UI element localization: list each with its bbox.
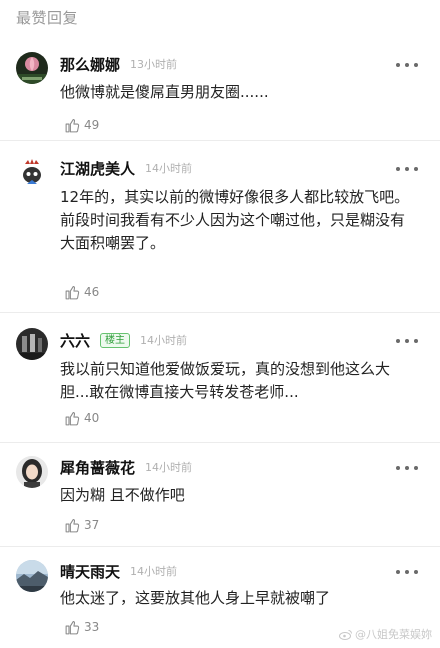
like-button[interactable]: 37 (64, 515, 99, 535)
comment-line: 我以前只知道他爱做饭爱玩，真的没想到他这么大胆...敢在微博直接大号转发苍老师.… (60, 360, 391, 401)
comment-line: 12年的，其实以前的微博好像很多人都比较放飞吧。 (60, 188, 410, 206)
more-options-icon[interactable] (396, 334, 418, 348)
thumbs-up-icon (65, 285, 80, 299)
comment-username[interactable]: 犀角蔷薇花 (60, 457, 135, 478)
comment-line: 他太迷了，这要放其他人身上早就被嘲了 (60, 589, 331, 607)
like-count: 40 (84, 411, 100, 425)
lotus-avatar-icon[interactable] (16, 52, 48, 84)
comment-timestamp: 14小时前 (145, 461, 193, 474)
like-count: 46 (84, 285, 100, 299)
like-button[interactable]: 46 (64, 282, 99, 302)
like-count: 49 (84, 118, 100, 132)
more-options-icon[interactable] (396, 565, 418, 579)
comment-item: 六六 楼主 14小时前 我以前只知道他爱做饭爱玩，真的没想到他这么大胆...敢在… (0, 313, 440, 443)
portrait-avatar-icon[interactable] (16, 456, 48, 488)
comment-item: 江湖虎美人 14小时前 12年的，其实以前的微博好像很多人都比较放飞吧。 前段时… (0, 141, 440, 313)
comment-text: 12年的，其实以前的微博好像很多人都比较放飞吧。 前段时间我看有不少人因为这个嘲… (60, 186, 416, 255)
more-options-icon[interactable] (396, 58, 418, 72)
comment-line: 因为糊 且不做作吧 (60, 486, 185, 504)
comment-timestamp: 14小时前 (145, 162, 193, 175)
comment-line: 前段时间我看有不少人因为这个嘲过他，只是糊没有大面积嘲罢了。 (60, 211, 406, 252)
like-count: 37 (84, 518, 100, 532)
comment-username[interactable]: 六六 (60, 330, 90, 351)
comment-text: 因为糊 且不做作吧 (60, 484, 416, 507)
more-options-icon[interactable] (396, 162, 418, 176)
comment-timestamp: 14小时前 (140, 334, 188, 347)
comment-username[interactable]: 江湖虎美人 (60, 158, 135, 179)
dark-photo-avatar-icon[interactable] (16, 328, 48, 360)
thumbs-up-icon (65, 620, 80, 634)
op-badge: 楼主 (100, 332, 131, 348)
thumbs-up-icon (65, 118, 80, 132)
comment-username[interactable]: 那么娜娜 (60, 54, 120, 75)
weibo-logo-icon (339, 629, 352, 640)
watermark-text: @八姐免菜娱妳 (355, 628, 432, 641)
like-count: 33 (84, 620, 100, 634)
section-title: 最赞回复 (16, 9, 79, 27)
comment-line: 他微博就是傻屌直男朋友圈...... (60, 83, 269, 101)
crowned-cat-avatar-icon[interactable] (16, 157, 48, 189)
comment-text: 他微博就是傻屌直男朋友圈...... (60, 81, 416, 104)
comment-timestamp: 14小时前 (130, 565, 178, 578)
comment-text: 他太迷了，这要放其他人身上早就被嘲了 (60, 587, 416, 610)
more-options-icon[interactable] (396, 461, 418, 475)
like-button[interactable]: 49 (64, 115, 99, 135)
thumbs-up-icon (65, 518, 80, 532)
like-button[interactable]: 40 (64, 408, 99, 428)
comment-item: 犀角蔷薇花 14小时前 因为糊 且不做作吧 37 (0, 443, 440, 547)
comment-timestamp: 13小时前 (130, 58, 178, 71)
thumbs-up-icon (65, 411, 80, 425)
comment-item: 那么娜娜 13小时前 他微博就是傻屌直男朋友圈...... 49 (0, 34, 440, 141)
comment-text: 我以前只知道他爱做饭爱玩，真的没想到他这么大胆...敢在微博直接大号转发苍老师.… (60, 358, 416, 404)
watermark: @八姐免菜娱妳 (339, 626, 432, 642)
section-header: 最赞回复 (0, 0, 440, 34)
like-button[interactable]: 33 (64, 617, 99, 637)
comment-username[interactable]: 晴天雨天 (60, 561, 120, 582)
landscape-avatar-icon[interactable] (16, 560, 48, 592)
